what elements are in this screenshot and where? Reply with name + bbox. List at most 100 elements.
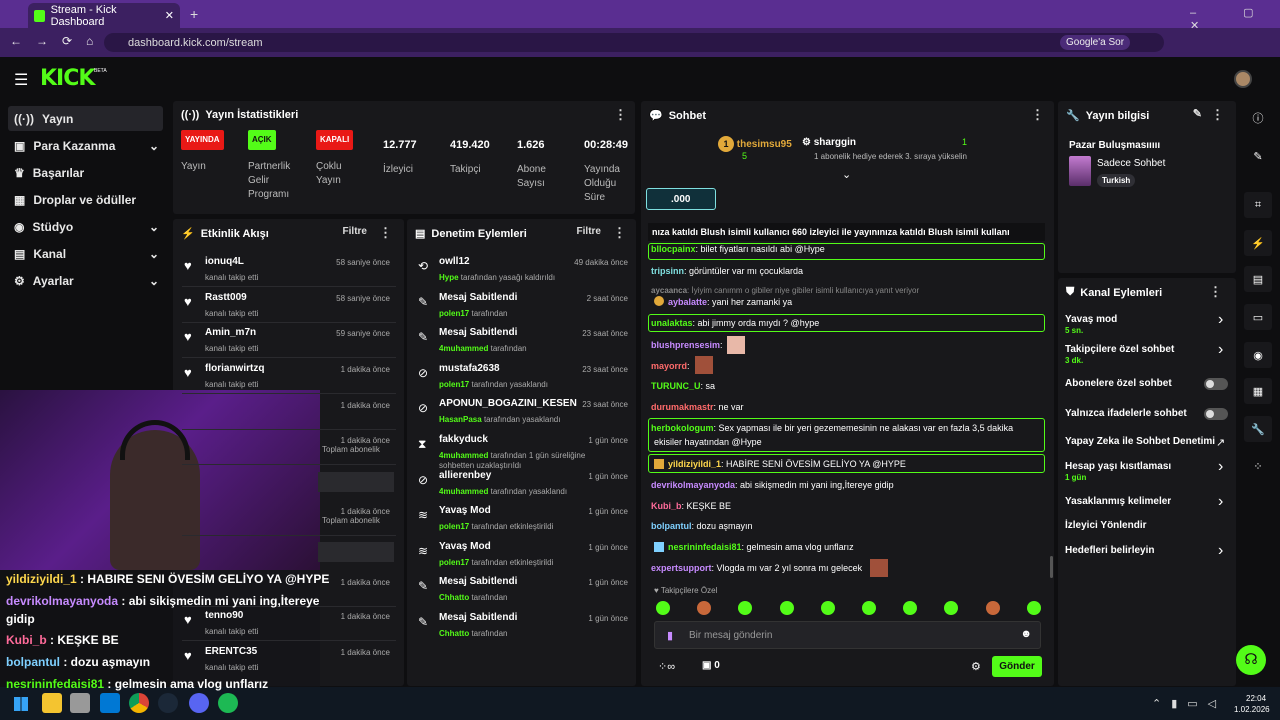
scrollbar[interactable] (1050, 556, 1053, 578)
lightning-icon[interactable]: ⚡ (1244, 230, 1272, 256)
chat-username[interactable]: Kubi_b (651, 501, 682, 511)
activity-item[interactable]: 1 dakika önce (182, 399, 400, 433)
chat-username[interactable]: mayorrd (651, 361, 687, 371)
info-icon[interactable]: ⓘ (1244, 105, 1272, 131)
emote-quick-icon[interactable] (1026, 601, 1041, 615)
broadcast-icon[interactable]: ◉ (1244, 342, 1272, 368)
sidebar-item-monetization[interactable]: ▣ Para Kazanma ⌄ (8, 133, 163, 158)
more-options-icon[interactable]: ⋮ (1211, 107, 1224, 123)
channel-action-item[interactable]: Yasaklanmış kelimeler › (1060, 493, 1232, 518)
browser-tab[interactable]: Stream - Kick Dashboard ✕ (28, 3, 180, 28)
steam-icon[interactable] (158, 693, 178, 713)
chat-username[interactable]: blushprensesim (651, 340, 720, 350)
moderator-name[interactable]: 4muhammed (439, 451, 488, 460)
sidebar-item-stream[interactable]: ((·)) Yayın (8, 106, 163, 131)
nav-buttons[interactable]: ←→⟳⌂ (10, 34, 107, 48)
wrench-icon[interactable]: 🔧 (1244, 416, 1272, 442)
emote-quick-icon[interactable] (820, 601, 835, 615)
moderation-item[interactable]: ≋ Yavaş Mod polen17 tarafından etkinleştir… (414, 541, 632, 575)
chat-username[interactable]: aybalatte (668, 297, 707, 307)
more-options-icon[interactable]: ⋮ (1031, 107, 1044, 123)
moderator-name[interactable]: polen17 (439, 522, 469, 531)
moderator-name[interactable]: polen17 (439, 380, 469, 389)
support-icon[interactable]: ☊ (1236, 645, 1266, 675)
moderator-name[interactable]: Hype (439, 273, 459, 282)
channel-action-item[interactable]: Abonelere özel sohbet (1060, 378, 1232, 400)
activity-item[interactable]: ♥ Amin_m7n kanalı takip etti 59 saniye önce (182, 327, 400, 361)
emote-quick-icon[interactable] (656, 601, 670, 615)
channel-points-icon[interactable]: ⁘∞ (658, 660, 675, 673)
chat-username[interactable]: bolpantul (651, 521, 692, 531)
moderation-item[interactable]: ⧗ fakkyduck 4muhammed tarafından 1 gün sür… (414, 434, 632, 470)
chat-username[interactable]: expertsupport (651, 563, 712, 573)
emote-quick-icon[interactable] (862, 601, 876, 615)
moderation-item[interactable]: ✎ Mesaj Sabitlendi Chhatto tarafından 1 gün… (414, 612, 632, 646)
filter-button[interactable]: Filtre (343, 226, 367, 237)
chat-username[interactable]: unalaktas (651, 318, 693, 328)
windows-start-icon[interactable] (14, 697, 28, 711)
sidebar-item-achievements[interactable]: ♛ Başarılar (8, 160, 163, 185)
channel-action-item[interactable]: Yavaş mod 5 sn. › (1060, 311, 1232, 336)
user-avatar[interactable] (1234, 70, 1252, 88)
more-icon[interactable]: ⁘ (1244, 453, 1272, 479)
moderation-item[interactable]: ✎ Mesaj Sabitlendi Chhatto tarafından 1 gün… (414, 576, 632, 610)
crop-icon[interactable]: ⌗ (1244, 192, 1272, 218)
points-counter[interactable]: ▣ 0 (702, 660, 720, 671)
chat-username[interactable]: aycaanca (651, 286, 687, 295)
clock-time[interactable]: 22:04 (1246, 694, 1266, 703)
moderation-item[interactable]: ⊘ APONUN_BOGAZINI_KESEN HasanPasa tarafınd… (414, 398, 632, 432)
moderation-item[interactable]: ✎ Mesaj Sabitlendi 4muhammed tarafından 23 … (414, 327, 632, 361)
chat-input[interactable]: ▮ Bir mesaj gönderin ☻ (654, 621, 1041, 649)
discord-icon[interactable] (189, 693, 209, 713)
sidebar-item-drops[interactable]: ▦ Droplar ve ödüller (8, 187, 163, 212)
new-tab-icon[interactable]: + (190, 6, 198, 22)
category-name[interactable]: Sadece Sohbet (1097, 158, 1165, 169)
language-tag[interactable]: Turkish (1097, 174, 1136, 187)
sidebar-item-channel[interactable]: ▤ Kanal ⌄ (8, 241, 163, 266)
moderator-name[interactable]: polen17 (439, 558, 469, 567)
viewer-chip[interactable]: .000 (646, 188, 716, 210)
more-options-icon[interactable]: ⋮ (379, 225, 392, 241)
more-options-icon[interactable]: ⋮ (613, 225, 626, 241)
leaderboard-top2[interactable]: ⚙ sharggin (802, 137, 856, 148)
url-field[interactable]: dashboard.kick.com/stream (104, 33, 1164, 52)
collapse-icon[interactable]: ⌄ (842, 168, 851, 181)
file-explorer-icon[interactable] (42, 693, 62, 713)
chat-username[interactable]: devrikolmayanyoda (651, 480, 735, 490)
edit-icon[interactable]: ✎ (1193, 107, 1202, 120)
google-ask-button[interactable]: Google'a Sor (1060, 35, 1131, 50)
chat-username[interactable]: bllocpainx (651, 244, 696, 254)
tray-icons[interactable]: ⌃▮▭◁ (1152, 697, 1226, 710)
chat-settings-icon[interactable]: ⚙ (971, 660, 981, 673)
activity-item[interactable]: ♥ tenno90 kanalı takip etti 1 dakika önce (182, 610, 400, 644)
channel-action-item[interactable]: Yalnızca ifadelerle sohbet (1060, 408, 1232, 430)
store-icon[interactable] (70, 693, 90, 713)
channel-action-item[interactable]: Hesap yaşı kısıtlaması 1 gün › (1060, 458, 1232, 483)
emote-quick-icon[interactable] (779, 601, 794, 615)
channel-action-item[interactable]: Takipçilere özel sohbet 3 dk. › (1060, 341, 1232, 366)
more-options-icon[interactable]: ⋮ (1209, 284, 1222, 300)
activity-item[interactable]: Toplam abonelik 1 dakika önce (182, 434, 400, 468)
send-button[interactable]: Gönder (992, 656, 1042, 677)
chat-username[interactable]: TURUNC_U (651, 381, 701, 391)
activity-item[interactable]: ♥ Rastt009 kanalı takip etti 58 saniye önce (182, 292, 400, 326)
moderator-name[interactable]: Chhatto (439, 629, 469, 638)
emoji-icon[interactable]: ☻ (1020, 628, 1032, 640)
sidebar-item-studio[interactable]: ◉ Stüdyo ⌄ (8, 214, 163, 239)
close-tab-icon[interactable]: ✕ (165, 9, 174, 22)
chat-username[interactable]: herbokologum (651, 423, 714, 433)
moderator-name[interactable]: 4muhammed (439, 487, 488, 496)
chat-icon[interactable]: ▭ (1244, 304, 1272, 330)
moderation-item[interactable]: ✎ Mesaj Sabitlendi polen17 tarafından 2 saa… (414, 292, 632, 326)
moderator-name[interactable]: polen17 (439, 309, 469, 318)
menu-icon[interactable]: ☰ (14, 70, 28, 90)
layout-icon[interactable]: ▦ (1244, 378, 1272, 404)
channel-action-item[interactable]: İzleyici Yönlendir (1060, 520, 1232, 542)
chat-username[interactable]: durumakmastr (651, 402, 714, 412)
channel-action-item[interactable]: Yapay Zeka ile Sohbet Denetimi ↗ (1060, 436, 1232, 458)
moderator-name[interactable]: 4muhammed (439, 344, 488, 353)
moderation-item[interactable]: ⊘ mustafa2638 polen17 tarafından yasakland… (414, 363, 632, 397)
filter-button[interactable]: Filtre (577, 226, 601, 237)
moderation-item[interactable]: ≋ Yavaş Mod polen17 tarafından etkinleştir… (414, 505, 632, 539)
terminal-icon[interactable] (100, 693, 120, 713)
